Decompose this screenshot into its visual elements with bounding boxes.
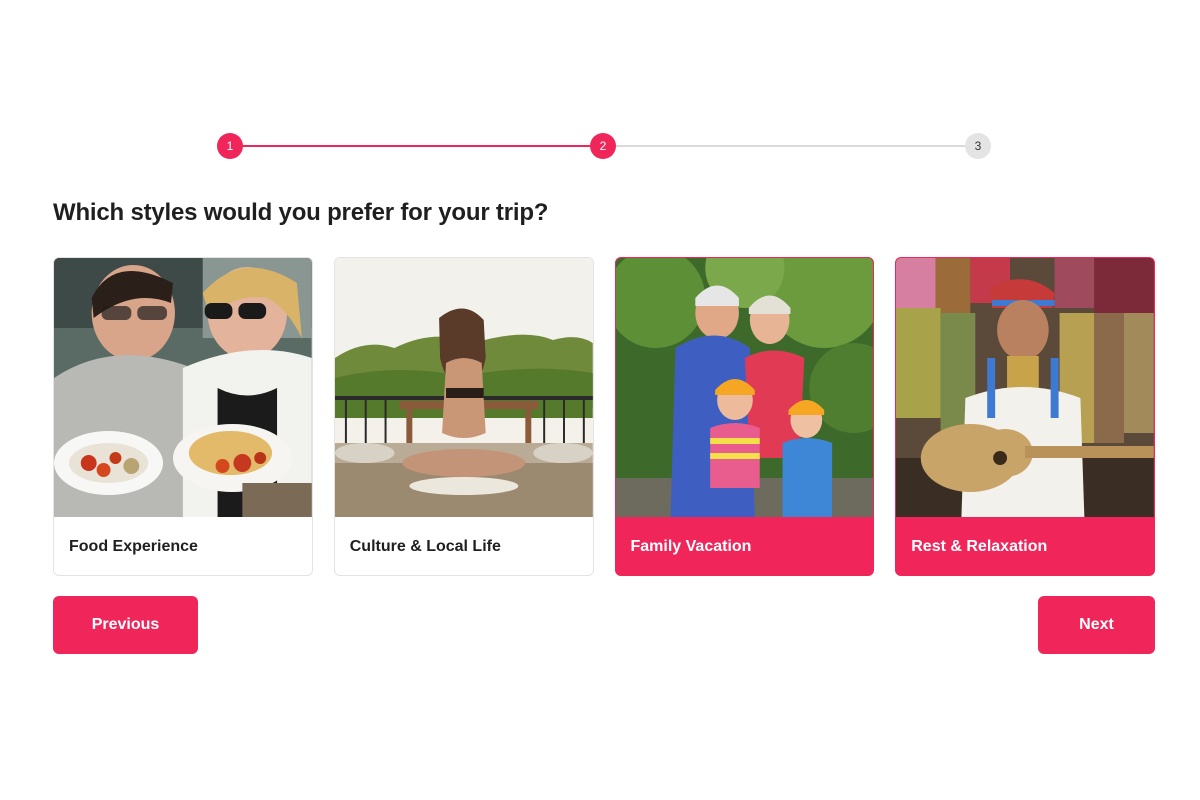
option-label: Rest & Relaxation [911,537,1048,555]
family-vacation-photo [615,258,874,517]
option-label: Food Experience [69,537,198,555]
option-label: Culture & Local Life [349,537,501,555]
progress-stepper: 1 2 3 [217,133,991,159]
option-card-food-experience[interactable]: Food Experience [53,257,313,576]
trip-style-options: Food Experience Culture & Local Life Fam… [53,257,1155,576]
previous-button[interactable]: Previous [53,596,198,654]
question-title: Which styles would you prefer for your t… [53,199,549,226]
next-button[interactable]: Next [1038,596,1155,654]
rest-relaxation-photo [896,258,1154,517]
option-card-culture-local-life[interactable]: Culture & Local Life [333,257,594,576]
step-2-indicator: 2 [590,133,616,159]
option-label: Family Vacation [630,537,752,555]
option-card-family-vacation[interactable]: Family Vacation [614,257,875,576]
step-1-indicator: 1 [217,133,243,159]
option-card-rest-relaxation[interactable]: Rest & Relaxation [895,257,1155,576]
step-3-indicator: 3 [965,133,991,159]
culture-local-life-photo [334,258,593,517]
stepper-track-completed [230,145,603,147]
food-experience-photo [54,258,312,517]
